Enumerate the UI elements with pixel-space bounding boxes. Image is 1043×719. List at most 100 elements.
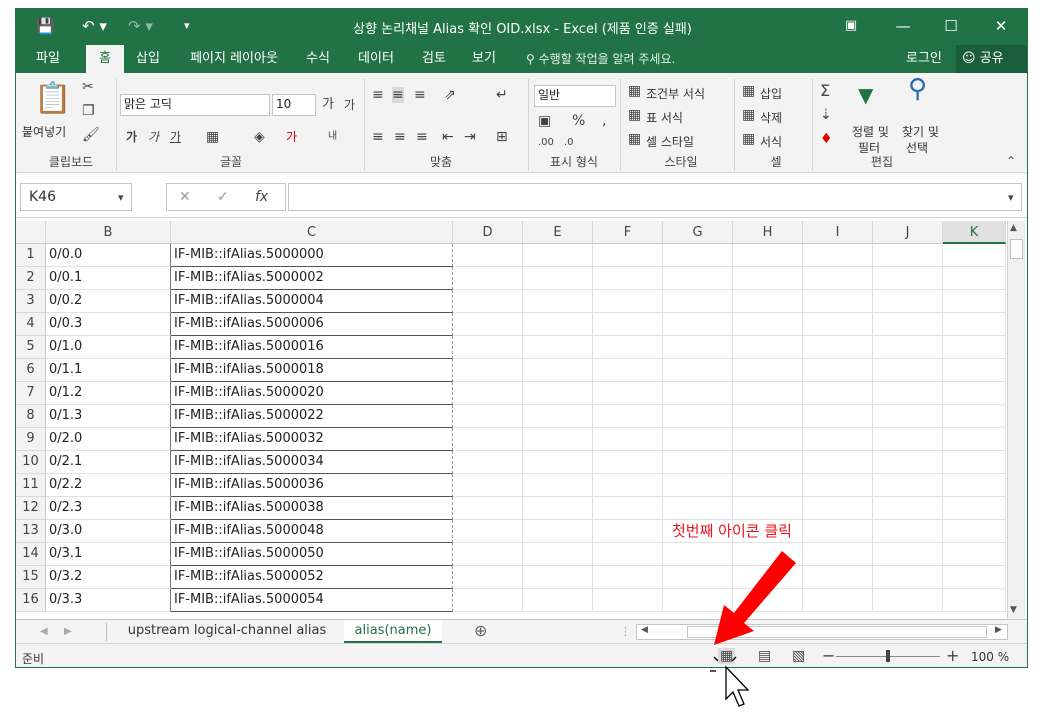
copy-icon[interactable]: ❐ <box>82 103 95 119</box>
empty-cell[interactable] <box>523 497 593 520</box>
wrap-text-icon[interactable]: ↵ <box>496 87 508 103</box>
close-button[interactable]: ✕ <box>986 15 1016 37</box>
align-center-icon[interactable]: ≡ <box>394 129 406 145</box>
empty-cell[interactable] <box>803 589 873 612</box>
empty-cell[interactable] <box>593 566 663 589</box>
empty-cell[interactable] <box>593 543 663 566</box>
empty-cell[interactable] <box>803 451 873 474</box>
empty-cell[interactable] <box>523 405 593 428</box>
cut-icon[interactable]: ✂ <box>82 79 94 95</box>
merge-center-icon[interactable]: ⊞ <box>496 129 508 145</box>
find-select-icon[interactable]: ⚲ <box>908 76 927 102</box>
decrease-decimal-icon[interactable]: .0 <box>564 135 574 151</box>
cell-c[interactable]: IF-MIB::ifAlias.5000000 <box>171 244 453 267</box>
empty-cell[interactable] <box>593 520 663 543</box>
empty-cell[interactable] <box>453 566 523 589</box>
increase-font-icon[interactable]: 가 <box>322 97 334 113</box>
cell-c[interactable]: IF-MIB::ifAlias.5000036 <box>171 474 453 497</box>
row-header[interactable]: 13 <box>16 520 46 543</box>
increase-indent-icon[interactable]: ⇥ <box>464 129 476 145</box>
row-header[interactable]: 4 <box>16 313 46 336</box>
empty-cell[interactable] <box>943 543 1006 566</box>
empty-cell[interactable] <box>873 382 943 405</box>
enter-icon[interactable]: ✓ <box>217 189 229 205</box>
empty-cell[interactable] <box>943 336 1006 359</box>
font-name-select[interactable]: 맑은 고딕 <box>120 94 270 116</box>
empty-cell[interactable] <box>803 267 873 290</box>
row-header[interactable]: 9 <box>16 428 46 451</box>
column-header-k[interactable]: K <box>943 221 1006 244</box>
align-right-icon[interactable]: ≡ <box>416 129 428 145</box>
autosum-icon[interactable]: Σ <box>820 83 830 99</box>
cell-styles-button[interactable]: 셀 스타일 <box>646 133 694 150</box>
empty-cell[interactable] <box>943 267 1006 290</box>
cell-b[interactable]: 0/2.0 <box>46 428 171 451</box>
percent-icon[interactable]: % <box>572 113 585 129</box>
column-header-c[interactable]: C <box>171 221 453 244</box>
empty-cell[interactable] <box>663 290 733 313</box>
tell-me-box[interactable]: ⚲ 수행할 작업을 알려 주세요. <box>526 45 675 73</box>
cell-c[interactable]: IF-MIB::ifAlias.5000032 <box>171 428 453 451</box>
row-header[interactable]: 3 <box>16 290 46 313</box>
vertical-scroll-thumb[interactable] <box>1010 239 1023 259</box>
empty-cell[interactable] <box>453 359 523 382</box>
empty-cell[interactable] <box>873 474 943 497</box>
empty-cell[interactable] <box>733 382 803 405</box>
empty-cell[interactable] <box>593 497 663 520</box>
comma-icon[interactable]: , <box>602 113 606 129</box>
cell-c[interactable]: IF-MIB::ifAlias.5000034 <box>171 451 453 474</box>
zoom-out-icon[interactable]: − <box>822 646 835 665</box>
underline-icon[interactable]: 가 <box>170 129 181 145</box>
sort-filter-icon[interactable]: ▼ <box>858 85 873 105</box>
format-painter-icon[interactable]: 🖌 <box>82 127 100 143</box>
increase-decimal-icon[interactable]: .00 <box>538 135 554 151</box>
fill-icon[interactable]: ⇣ <box>820 107 832 123</box>
zoom-level[interactable]: 100 % <box>971 650 1009 664</box>
cell-c[interactable]: IF-MIB::ifAlias.5000038 <box>171 497 453 520</box>
empty-cell[interactable] <box>663 474 733 497</box>
empty-cell[interactable] <box>663 497 733 520</box>
empty-cell[interactable] <box>803 428 873 451</box>
empty-cell[interactable] <box>453 405 523 428</box>
empty-cell[interactable] <box>523 428 593 451</box>
scroll-up-icon[interactable]: ▲ <box>1010 223 1017 233</box>
expand-formula-icon[interactable]: ▾ <box>1008 190 1014 206</box>
empty-cell[interactable] <box>453 474 523 497</box>
paste-icon[interactable]: 📋 <box>34 83 71 115</box>
zoom-in-icon[interactable]: + <box>946 646 959 665</box>
empty-cell[interactable] <box>453 589 523 612</box>
empty-cell[interactable] <box>593 405 663 428</box>
cell-c[interactable]: IF-MIB::ifAlias.5000002 <box>171 267 453 290</box>
insert-function-icon[interactable]: fx <box>255 189 268 205</box>
row-header[interactable]: 2 <box>16 267 46 290</box>
phonetic-icon[interactable]: 내 <box>328 129 337 145</box>
empty-cell[interactable] <box>803 359 873 382</box>
cell-c[interactable]: IF-MIB::ifAlias.5000016 <box>171 336 453 359</box>
tab-review[interactable]: 검토 <box>414 45 454 73</box>
empty-cell[interactable] <box>663 451 733 474</box>
row-header[interactable]: 6 <box>16 359 46 382</box>
cell-b[interactable]: 0/3.0 <box>46 520 171 543</box>
scroll-right-icon[interactable]: ▶ <box>995 625 1002 635</box>
sign-in-link[interactable]: 로그인 <box>906 45 942 73</box>
cancel-icon[interactable]: ✕ <box>179 189 191 205</box>
tab-split-handle-icon[interactable]: ⋮ <box>620 624 631 640</box>
prev-sheet-icon[interactable]: ◀ <box>40 624 48 640</box>
empty-cell[interactable] <box>523 290 593 313</box>
select-all-corner[interactable] <box>16 221 46 244</box>
delete-cells-button[interactable]: 삭제 <box>760 109 782 126</box>
empty-cell[interactable] <box>733 497 803 520</box>
empty-cell[interactable] <box>593 382 663 405</box>
tab-view[interactable]: 보기 <box>464 45 504 73</box>
row-header[interactable]: 15 <box>16 566 46 589</box>
empty-cell[interactable] <box>593 451 663 474</box>
empty-cell[interactable] <box>523 267 593 290</box>
bold-icon[interactable]: 가 <box>126 129 137 145</box>
conditional-format-button[interactable]: 조건부 서식 <box>646 85 705 102</box>
tab-file[interactable]: 파일 <box>24 45 72 73</box>
empty-cell[interactable] <box>943 520 1006 543</box>
row-header[interactable]: 8 <box>16 405 46 428</box>
empty-cell[interactable] <box>803 543 873 566</box>
column-header-i[interactable]: I <box>803 221 873 244</box>
format-as-table-button[interactable]: 표 서식 <box>646 109 683 126</box>
